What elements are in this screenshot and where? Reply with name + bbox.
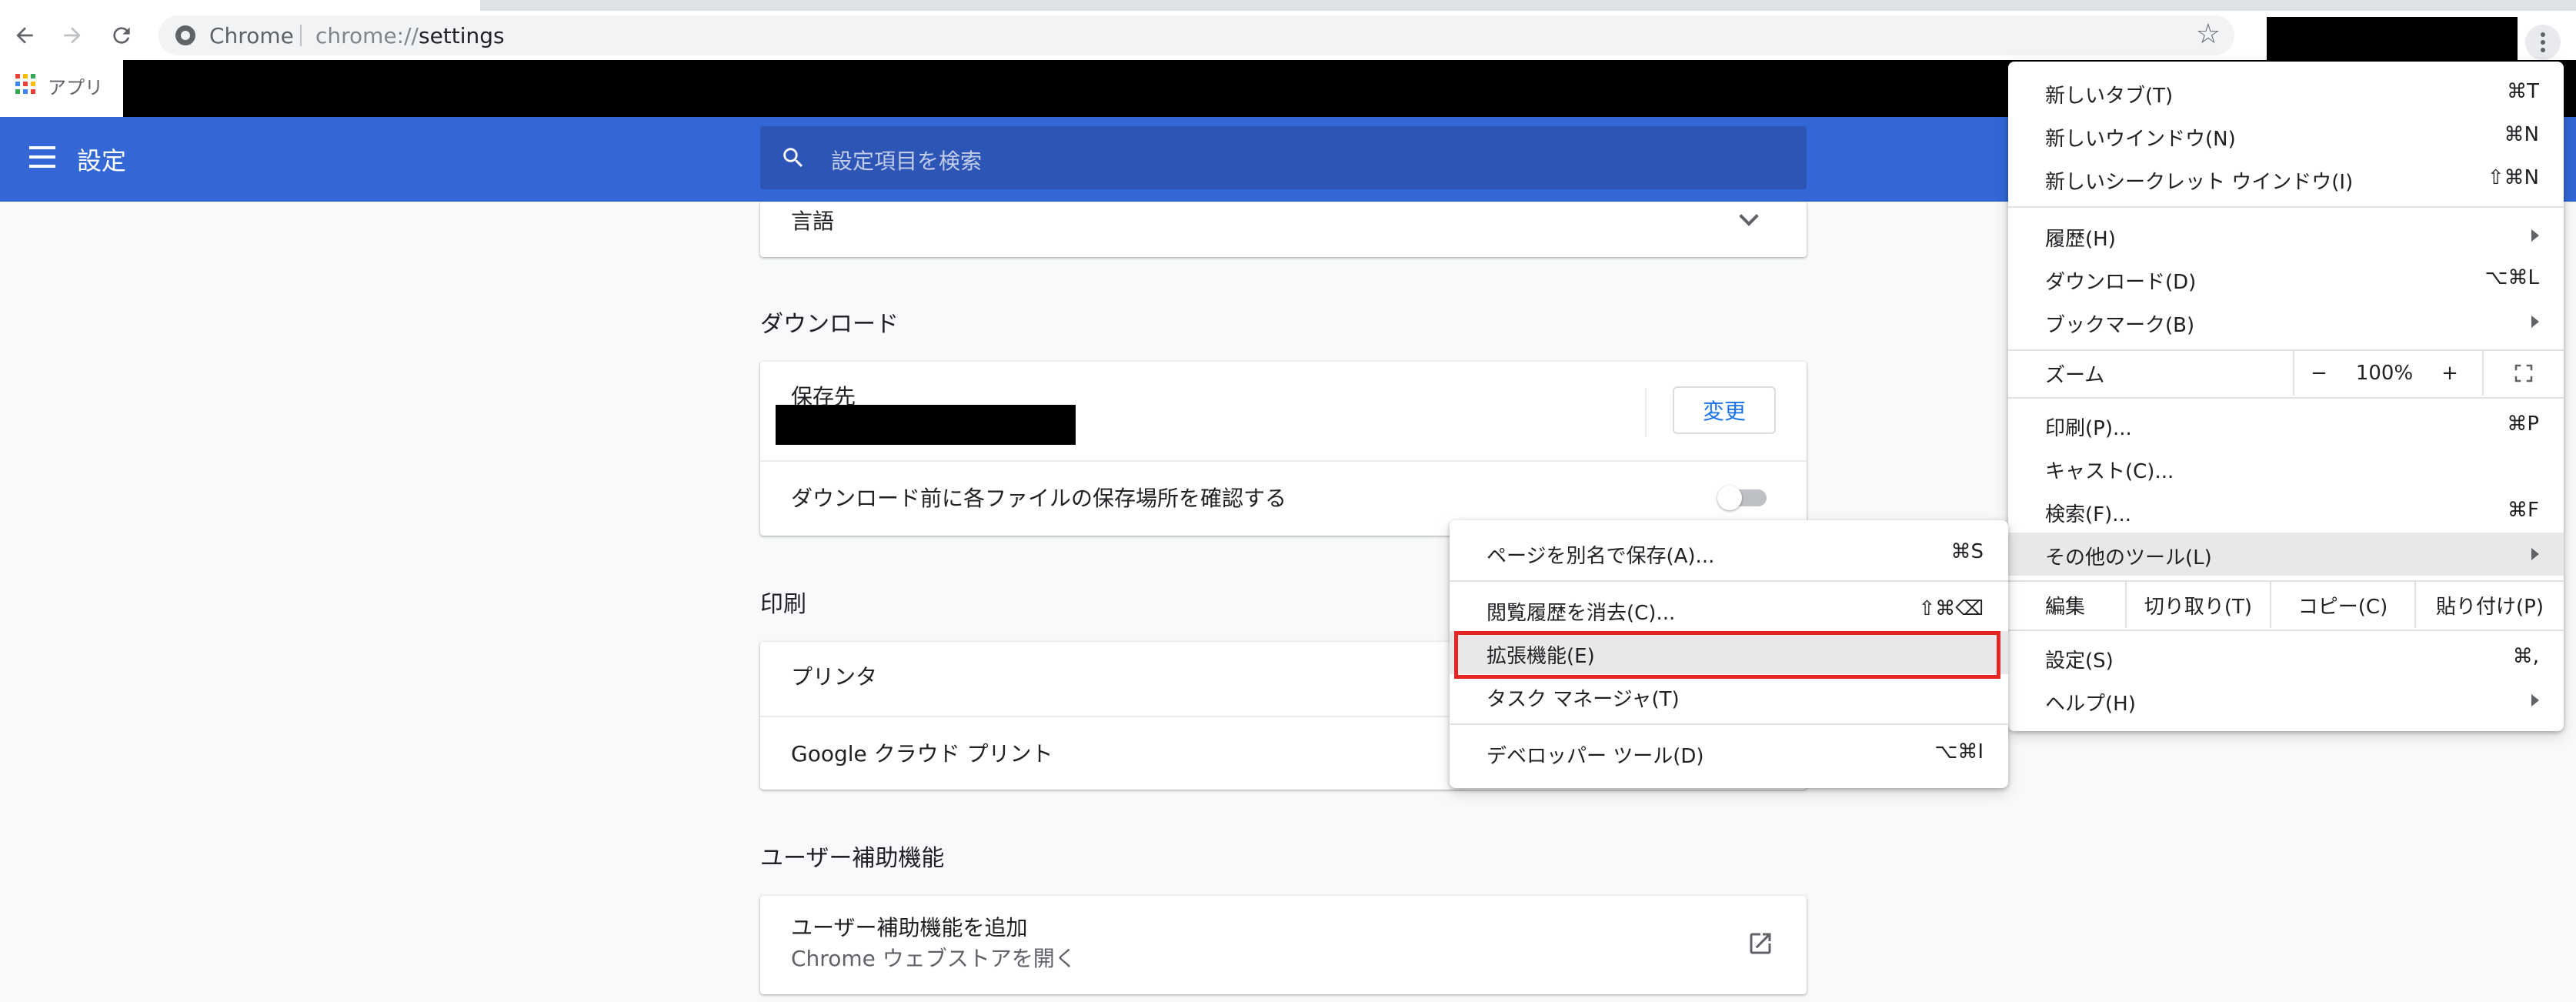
active-tab[interactable] <box>0 0 480 11</box>
zoom-in-button[interactable]: + <box>2427 351 2473 396</box>
omnibox-separator <box>300 25 302 46</box>
vertical-divider <box>1645 388 1647 437</box>
url-text[interactable]: chrome://settings <box>315 23 505 48</box>
browser-toolbar: Chrome chrome://settings ☆ <box>0 11 2576 63</box>
omnibox-site-label: Chrome <box>209 23 294 48</box>
printing-section-title: 印刷 <box>760 591 806 618</box>
page-title: 設定 <box>77 146 127 175</box>
menu-separator <box>1450 580 2008 582</box>
menu-item-save-page[interactable]: ページを別名で保存(A)... ⌘S <box>1450 531 2008 574</box>
accessibility-section-title: ユーザー補助機能 <box>760 845 945 872</box>
language-card[interactable]: 言語 <box>760 202 1807 257</box>
redacted-download-path <box>776 405 1076 445</box>
back-arrow-icon[interactable] <box>8 18 42 52</box>
tab-strip <box>0 0 2576 11</box>
cloud-print-row[interactable]: Google クラウド プリント <box>791 737 1053 768</box>
downloads-card: 保存先 変更 ダウンロード前に各ファイルの保存場所を確認する <box>760 362 1807 536</box>
chevron-down-icon[interactable] <box>1739 206 1759 226</box>
chrome-main-menu: 新しいタブ(T) ⌘T 新しいウインドウ(N) ⌘N 新しいシークレット ウインドウ… <box>2008 62 2564 731</box>
zoom-divider <box>2293 351 2294 396</box>
bookmark-star-icon[interactable]: ☆ <box>2196 18 2221 50</box>
ask-location-label: ダウンロード前に各ファイルの保存場所を確認する <box>791 486 1287 511</box>
extensions-highlight-box <box>1454 631 2000 679</box>
forward-arrow-icon[interactable] <box>55 18 89 52</box>
menu-item-history[interactable]: 履歴(H) <box>2008 214 2564 257</box>
ask-location-toggle[interactable] <box>1717 486 1767 510</box>
search-placeholder: 設定項目を検索 <box>831 149 983 174</box>
menu-item-help[interactable]: ヘルプ(H) <box>2008 679 2564 722</box>
open-webstore-sublabel: Chrome ウェブストアを開く <box>791 946 1076 971</box>
language-label: 言語 <box>791 209 835 234</box>
edit-row: 編集 切り取り(T) コピー(C) 貼り付け(P) <box>2008 582 2564 628</box>
edit-label: 編集 <box>2045 595 2086 619</box>
open-in-new-icon[interactable] <box>1747 930 1774 957</box>
hamburger-menu-icon[interactable] <box>29 146 55 168</box>
cut-button[interactable]: 切り取り(T) <box>2127 582 2270 628</box>
menu-item-new-window[interactable]: 新しいウインドウ(N) ⌘N <box>2008 114 2564 157</box>
submenu-arrow-icon <box>2531 229 2539 242</box>
toggle-knob <box>1717 486 1742 510</box>
zoom-level: 100% <box>2355 362 2414 385</box>
menu-item-task-manager[interactable]: タスク マネージャ(T) <box>1450 674 2008 717</box>
chrome-menu-kebab-icon[interactable] <box>2525 25 2561 60</box>
zoom-label: ズーム <box>2045 363 2105 387</box>
zoom-out-button[interactable]: − <box>2296 351 2342 396</box>
redacted-account-area <box>2267 17 2518 63</box>
menu-item-new-tab[interactable]: 新しいタブ(T) ⌘T <box>2008 71 2564 114</box>
downloads-section-title: ダウンロード <box>760 311 899 338</box>
menu-item-find[interactable]: 検索(F)... ⌘F <box>2008 489 2564 533</box>
menu-separator <box>2008 630 2564 631</box>
menu-item-clear-browsing-data[interactable]: 閲覧履歴を消去(C)... ⇧⌘⌫ <box>1450 588 2008 631</box>
address-bar[interactable]: Chrome chrome://settings ☆ <box>158 15 2234 55</box>
printers-row[interactable]: プリンタ <box>791 660 877 691</box>
menu-separator <box>1450 723 2008 725</box>
menu-item-bookmarks[interactable]: ブックマーク(B) <box>2008 300 2564 343</box>
menu-item-print[interactable]: 印刷(P)... ⌘P <box>2008 403 2564 446</box>
menu-item-downloads[interactable]: ダウンロード(D) ⌥⌘L <box>2008 257 2564 300</box>
menu-item-new-incognito[interactable]: 新しいシークレット ウインドウ(I) ⇧⌘N <box>2008 157 2564 200</box>
submenu-arrow-icon <box>2531 694 2539 706</box>
reload-icon[interactable] <box>105 18 138 52</box>
row-divider <box>760 460 1807 462</box>
menu-item-settings[interactable]: 設定(S) ⌘, <box>2008 636 2564 679</box>
zoom-divider <box>2482 351 2484 396</box>
search-icon <box>783 148 803 168</box>
add-accessibility-label: ユーザー補助機能を追加 <box>791 915 1028 940</box>
menu-separator <box>2008 206 2564 208</box>
chrome-site-icon[interactable] <box>175 25 195 45</box>
copy-button[interactable]: コピー(C) <box>2271 582 2414 628</box>
accessibility-card[interactable]: ユーザー補助機能を追加 Chrome ウェブストアを開く <box>760 896 1807 994</box>
settings-search-input[interactable]: 設定項目を検索 <box>760 126 1807 189</box>
apps-shortcut[interactable]: アプリ <box>48 72 103 99</box>
menu-separator <box>2008 397 2564 399</box>
menu-item-more-tools[interactable]: その他のツール(L) <box>2008 533 2564 576</box>
apps-grid-icon[interactable] <box>15 74 35 94</box>
menu-item-cast[interactable]: キャスト(C)... <box>2008 446 2564 489</box>
menu-item-developer-tools[interactable]: デベロッパー ツール(D) ⌥⌘I <box>1450 731 2008 774</box>
submenu-arrow-icon <box>2531 316 2539 328</box>
fullscreen-icon[interactable] <box>2511 362 2536 385</box>
change-location-button[interactable]: 変更 <box>1673 386 1776 434</box>
paste-button[interactable]: 貼り付け(P) <box>2416 582 2564 628</box>
zoom-row: ズーム − 100% + <box>2008 351 2564 396</box>
submenu-arrow-icon <box>2531 548 2539 560</box>
